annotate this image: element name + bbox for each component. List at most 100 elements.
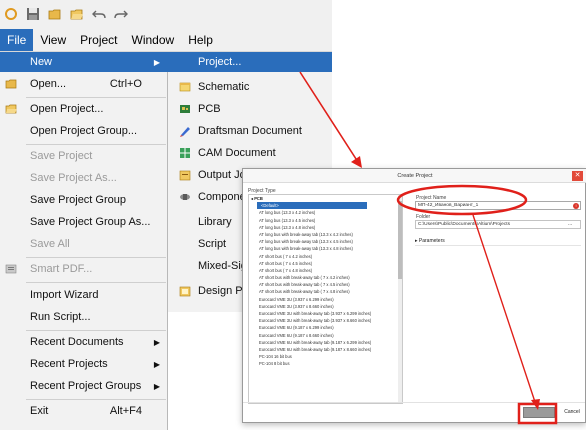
file-menu-item-recent-documents[interactable]: Recent Documents ▶ xyxy=(0,332,168,352)
submenu-arrow-icon: ▶ xyxy=(153,337,160,347)
separator xyxy=(26,330,166,331)
project-type-item[interactable]: AT short bus ( 7 x 4.5 inches) xyxy=(249,260,402,267)
project-type-item[interactable]: AT long bus with break-away tab (13.3 x … xyxy=(249,231,402,238)
menu-help[interactable]: Help xyxy=(181,29,220,51)
file-menu-item-save-project[interactable]: Save Project xyxy=(0,146,168,166)
parameters-label: Parameters xyxy=(418,238,445,244)
menu-item-label: Mixed-Sig xyxy=(198,260,247,272)
file-menu-item-save-project-group-as[interactable]: Save Project Group As... xyxy=(0,212,168,232)
menu-item-label: Smart PDF... xyxy=(30,263,93,275)
project-type-item[interactable]: <Default> xyxy=(257,202,367,210)
open-icon[interactable] xyxy=(46,5,64,23)
separator xyxy=(26,399,166,400)
file-menu-item-import-wizard[interactable]: Import Wizard xyxy=(0,285,168,305)
file-menu-item-exit[interactable]: Exit Alt+F4 xyxy=(0,401,168,421)
submenu-item-cam[interactable]: CAM Document xyxy=(168,143,332,163)
file-menu-item-open[interactable]: Open... Ctrl+O xyxy=(0,74,168,94)
menu-item-label: Recent Documents xyxy=(30,336,124,348)
project-type-item[interactable]: AT short bus with break-away tab ( 7 x 4… xyxy=(249,288,402,295)
menu-item-label: Save Project As... xyxy=(30,172,117,184)
cancel-button[interactable]: Cancel xyxy=(561,407,583,418)
project-type-item[interactable]: Eurocard VME 6U with break-away tab (9.1… xyxy=(249,346,402,353)
project-type-item[interactable]: AT long bus with break-away tab (13.3 x … xyxy=(249,238,402,245)
menu-item-label: Draftsman Document xyxy=(198,125,302,137)
project-type-item[interactable]: AT short bus ( 7 x 4.2 inches) xyxy=(249,253,402,260)
project-type-item[interactable]: Eurocard VME 3U with break-away tab (3.9… xyxy=(249,317,402,324)
menu-item-label: Open Project Group... xyxy=(30,125,137,137)
submenu-item-schematic[interactable]: Schematic xyxy=(168,77,332,97)
open-folder-icon[interactable] xyxy=(68,5,86,23)
menu-item-label: Save All xyxy=(30,238,70,250)
parameters-section[interactable]: ▸ Parameters xyxy=(415,237,581,246)
project-type-item[interactable]: Eurocard VME 6U (9.187 x 8.660 inches) xyxy=(249,332,402,339)
close-icon[interactable]: ✕ xyxy=(572,171,583,181)
project-type-item[interactable]: Eurocard VME 6U with break-away tab (9.1… xyxy=(249,339,402,346)
menu-item-label: New xyxy=(30,56,53,68)
project-type-item[interactable]: Eurocard VME 3U with break-away tab (3.9… xyxy=(249,310,402,317)
menu-item-label: CAM Document xyxy=(198,147,276,159)
project-type-item[interactable]: AT short bus with break-away tab ( 7 x 4… xyxy=(249,281,402,288)
file-menu-item-run-script[interactable]: Run Script... xyxy=(0,307,168,327)
menu-item-shortcut: Alt+F4 xyxy=(109,405,142,417)
project-type-item[interactable]: AT long bus (13.3 x 4.2 inches) xyxy=(249,209,402,216)
file-menu-item-recent-project-groups[interactable]: Recent Project Groups ▶ xyxy=(0,376,168,396)
project-type-item[interactable]: AT long bus with break-away tab (13.3 x … xyxy=(249,245,402,252)
project-type-item[interactable]: Eurocard VME 3U (3.937 x 8.660 inches) xyxy=(249,303,402,310)
tree-group-header[interactable]: ◂ PCB xyxy=(249,195,402,202)
project-type-item[interactable]: AT short bus ( 7 x 4.8 inches) xyxy=(249,267,402,274)
draftsman-icon xyxy=(174,121,196,141)
project-type-list[interactable]: ◂ PCB <Default> AT long bus (13.3 x 4.2 in… xyxy=(248,194,403,404)
redo-icon[interactable] xyxy=(112,5,130,23)
new-icon[interactable] xyxy=(2,5,20,23)
output-job-icon xyxy=(174,165,196,185)
project-type-item[interactable]: Eurocard VME 6U (9.187 x 6.299 inches) xyxy=(249,324,402,331)
menu-item-label: Run Script... xyxy=(30,311,91,323)
submenu-item-draftsman[interactable]: Draftsman Document xyxy=(168,121,332,141)
project-type-item[interactable]: AT short bus with break-away tab ( 7 x 4… xyxy=(249,274,402,281)
project-name-input[interactable]: МП-42_Иванов_Вариант_1 xyxy=(415,201,581,210)
file-menu-item-recent-projects[interactable]: Recent Projects ▶ xyxy=(0,354,168,374)
file-menu-item-save-project-as[interactable]: Save Project As... xyxy=(0,168,168,188)
menu-item-label: Script xyxy=(198,238,227,250)
file-menu-item-open-project[interactable]: Open Project... xyxy=(0,99,168,119)
design-project-icon xyxy=(174,281,196,301)
menu-item-label: Save Project xyxy=(30,150,93,162)
menu-view[interactable]: View xyxy=(33,29,73,51)
project-type-item[interactable]: AT long bus (13.3 x 4.5 inches) xyxy=(249,217,402,224)
save-icon[interactable] xyxy=(24,5,42,23)
separator xyxy=(26,97,166,98)
undo-icon[interactable] xyxy=(90,5,108,23)
annotation-arrow-head xyxy=(351,156,362,168)
submenu-arrow-icon: ▶ xyxy=(153,57,160,67)
file-menu-item-new[interactable]: New ▶ xyxy=(0,52,168,72)
ok-button[interactable] xyxy=(523,407,555,418)
pdf-icon xyxy=(0,259,22,279)
dialog-title: Create Project xyxy=(243,169,586,183)
cam-icon xyxy=(174,143,196,163)
file-menu-item-save-project-group[interactable]: Save Project Group xyxy=(0,190,168,210)
file-menu: New ▶ Open... Ctrl+O Open Project... Ope… xyxy=(0,52,168,430)
menu-project[interactable]: Project xyxy=(73,29,124,51)
scrollbar-thumb[interactable] xyxy=(398,201,402,279)
menu-bar: File View Project Window Help xyxy=(0,28,332,52)
menu-window[interactable]: Window xyxy=(125,29,182,51)
separator xyxy=(243,402,585,403)
submenu-item-project[interactable]: Project... xyxy=(168,52,332,72)
menu-item-shortcut: Ctrl+O xyxy=(109,78,142,90)
project-type-item[interactable]: PC-104 16 bit bus xyxy=(249,353,402,360)
menu-item-label: Schematic xyxy=(198,81,250,93)
menu-item-label: Import Wizard xyxy=(30,289,99,301)
file-menu-item-open-project-group[interactable]: Open Project Group... xyxy=(0,121,168,141)
submenu-item-pcb[interactable]: PCB xyxy=(168,99,332,119)
menu-item-label: Save Project Group xyxy=(30,194,126,206)
browse-button[interactable]: ... xyxy=(568,221,572,227)
file-menu-item-save-all[interactable]: Save All xyxy=(0,234,168,254)
project-type-item[interactable]: AT long bus (13.3 x 4.8 inches) xyxy=(249,224,402,231)
location-input[interactable]: C:\Users\Public\Documents\Altium\Project… xyxy=(415,220,581,229)
project-type-item[interactable]: PC-104 8 bit bus xyxy=(249,360,402,367)
menu-file[interactable]: File xyxy=(0,28,34,51)
create-project-dialog: Create Project ✕ Project Type ◂ PCB <Defa… xyxy=(242,168,586,423)
project-type-item[interactable]: Eurocard VME 3U (3.937 x 6.299 inches) xyxy=(249,296,402,303)
file-menu-item-smart-pdf[interactable]: Smart PDF... xyxy=(0,259,168,279)
menu-item-label: Exit xyxy=(30,405,49,417)
